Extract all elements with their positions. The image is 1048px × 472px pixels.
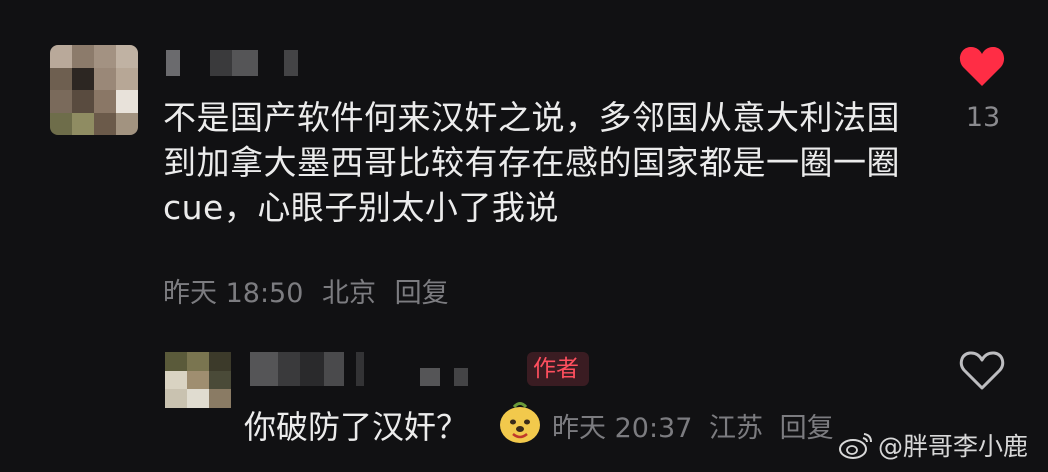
- avatar-pixel: [94, 112, 116, 135]
- avatar-pixel: [94, 45, 116, 68]
- avatar-pixel: [72, 67, 94, 90]
- avatar-pixel: [187, 389, 209, 408]
- weibo-logo-icon: [839, 433, 872, 459]
- avatar-pixel: [209, 389, 231, 408]
- avatar-pixel: [116, 45, 138, 68]
- commenter-name-blurred[interactable]: [166, 50, 298, 76]
- comment-text: 不是国产软件何来汉奸之说，多邻国从意大利法国到加拿大墨西哥比较有存在感的国家都是…: [163, 98, 900, 227]
- avatar-pixel: [94, 90, 116, 113]
- avatar-pixel: [209, 370, 231, 390]
- comment-location: 北京: [322, 278, 376, 309]
- comment-meta: 昨天 18:50 北京 回复: [163, 271, 459, 310]
- weibo-watermark: @胖哥李小鹿: [838, 427, 1028, 463]
- avatar-pixel: [165, 370, 187, 390]
- avatar-pixel: [187, 370, 209, 390]
- reply-location: 江苏: [709, 413, 763, 444]
- comment-time: 昨天 18:50: [163, 278, 304, 309]
- reply-avatar[interactable]: [165, 352, 231, 408]
- avatar-pixel: [165, 389, 187, 408]
- avatar-pixel: [165, 352, 187, 371]
- reply-name-blurred-2: [420, 368, 468, 386]
- avatar-pixel: [187, 352, 209, 371]
- reply-meta: 昨天 20:37 江苏 回复: [552, 406, 842, 445]
- reply-text: 你破防了汉奸？: [244, 408, 469, 446]
- commenter-avatar[interactable]: [50, 45, 138, 135]
- avatar-pixel: [209, 352, 231, 371]
- avatar-pixel: [72, 90, 94, 113]
- reply-name-blurred[interactable]: [250, 352, 364, 386]
- avatar-pixel: [94, 67, 116, 90]
- author-badge: 作者: [527, 352, 589, 386]
- heart-filled-icon[interactable]: [958, 44, 1006, 88]
- heart-outline-icon[interactable]: [958, 348, 1006, 392]
- avatar-pixel: [50, 112, 72, 135]
- reply-reply-button[interactable]: 回复: [780, 413, 834, 444]
- avatar-pixel: [50, 67, 72, 90]
- doge-face-icon: [500, 402, 540, 443]
- watermark-text: @胖哥李小鹿: [878, 432, 1029, 461]
- avatar-pixel: [50, 90, 72, 113]
- avatar-pixel: [72, 45, 94, 68]
- like-count: 13: [965, 102, 1001, 133]
- reply-time: 昨天 20:37: [552, 413, 693, 444]
- avatar-pixel: [50, 45, 72, 68]
- comment-reply-button[interactable]: 回复: [395, 278, 449, 309]
- avatar-pixel: [116, 67, 138, 90]
- avatar-pixel: [116, 112, 138, 135]
- avatar-pixel: [72, 112, 94, 135]
- avatar-pixel: [116, 90, 138, 113]
